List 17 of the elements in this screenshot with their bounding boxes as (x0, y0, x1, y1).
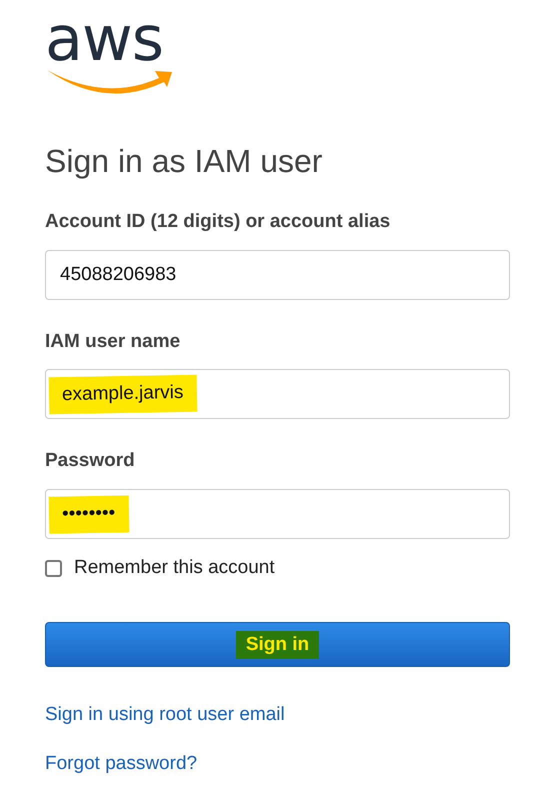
button-label: Sign in (236, 630, 320, 660)
checkbox[interactable] (45, 560, 62, 577)
field-value: •••••••• (48, 494, 130, 533)
link[interactable]: Sign in using root user email (45, 701, 285, 730)
field-label: IAM user name (45, 330, 180, 354)
checkbox-label: Remember this account (74, 556, 275, 580)
field-label: Password (45, 449, 135, 474)
link[interactable]: Forgot password? (45, 750, 198, 778)
input-field[interactable]: •••••••• (45, 488, 510, 539)
logo-text: aws (45, 8, 164, 70)
field-value: example.jarvis (48, 374, 198, 414)
sign-in-button[interactable]: Sign in (45, 622, 510, 668)
input-field[interactable]: 45088206983 (45, 250, 510, 300)
field-label: Account ID (12 digits) or account alias (45, 210, 390, 234)
input-field[interactable]: example.jarvis (45, 369, 510, 420)
page-heading: Sign in as IAM user (45, 142, 324, 180)
field-value: 45088206983 (60, 262, 176, 287)
